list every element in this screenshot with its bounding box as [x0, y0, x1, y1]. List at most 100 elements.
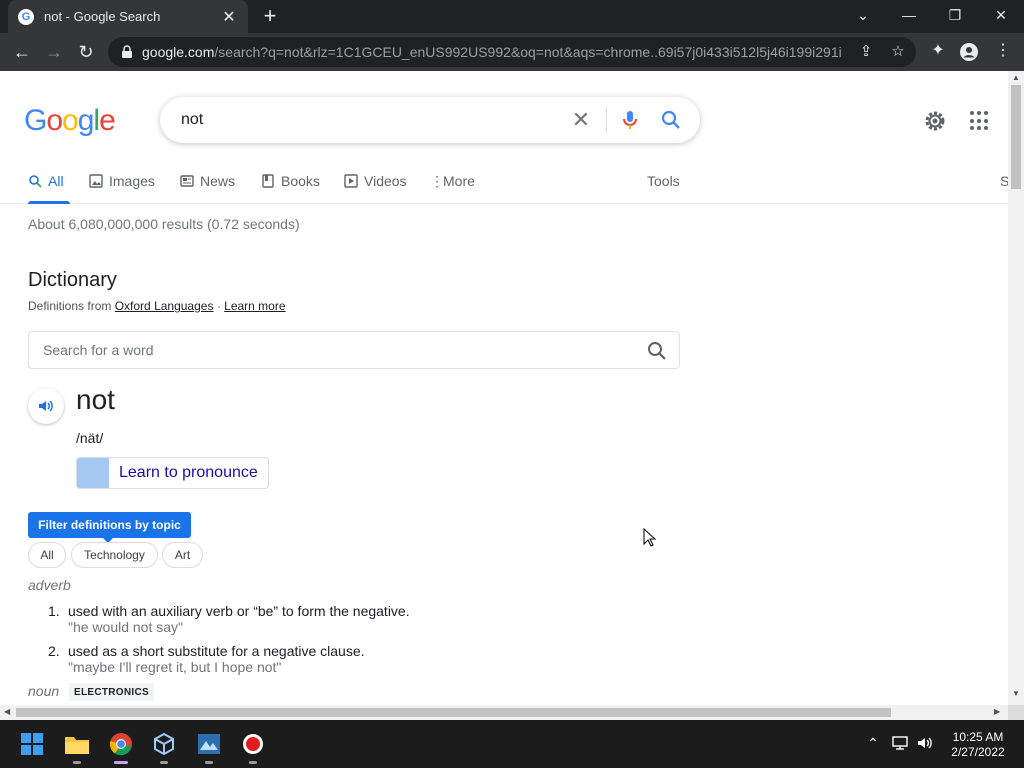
- running-indicator: [205, 761, 213, 764]
- minimize-button[interactable]: —: [886, 0, 932, 30]
- word-search-input[interactable]: [29, 332, 629, 368]
- browser-tab[interactable]: G not - Google Search ✕: [8, 0, 248, 33]
- record-icon[interactable]: [239, 730, 267, 764]
- volume-icon[interactable]: [916, 734, 934, 752]
- tools-button[interactable]: Tools: [647, 171, 680, 191]
- extensions-icon[interactable]: ✦: [929, 42, 947, 60]
- show-hidden-icons-icon[interactable]: ⌃: [864, 734, 882, 752]
- close-window-button[interactable]: ✕: [978, 0, 1024, 30]
- definition-text: used as a short substitute for a negativ…: [68, 643, 365, 659]
- chip-all[interactable]: All: [28, 542, 66, 568]
- tab-news[interactable]: News: [180, 171, 235, 191]
- topic-tag: ELECTRONICS: [69, 683, 154, 701]
- headword: not: [76, 384, 115, 415]
- source-prefix: Definitions from: [28, 299, 112, 313]
- face-icon: [77, 458, 109, 488]
- chip-technology[interactable]: Technology: [71, 542, 158, 568]
- tab-images[interactable]: Images: [89, 171, 155, 191]
- tab-news-label: News: [200, 173, 236, 189]
- chrome-icon[interactable]: [107, 730, 135, 764]
- system-clock[interactable]: 10:25 AM 2/27/2022: [940, 730, 1016, 760]
- horizontal-scrollbar[interactable]: ◀ ▶: [0, 705, 1008, 720]
- google-logo[interactable]: Google: [24, 104, 116, 138]
- definition-number: 2.: [48, 643, 60, 659]
- tab-cutoff[interactable]: S: [1000, 171, 1008, 191]
- url-host: google.com: [142, 44, 215, 60]
- tab-search-icon[interactable]: ⌄: [840, 0, 886, 30]
- vista-app-icon[interactable]: [195, 730, 223, 764]
- learn-more-link[interactable]: Learn more: [224, 299, 285, 313]
- chip-art[interactable]: Art: [162, 542, 203, 568]
- lock-icon: [122, 45, 132, 58]
- scrollbar-corner: [1008, 705, 1024, 720]
- tab-close-icon[interactable]: ✕: [220, 7, 238, 27]
- definition-item: 2. used as a short substitute for a negat…: [48, 643, 365, 659]
- settings-gear-icon[interactable]: [922, 108, 948, 134]
- network-icon[interactable]: [891, 734, 909, 752]
- url-text: google.com/search?q=not&rlz=1C1GCEU_enUS…: [142, 44, 842, 60]
- tab-videos[interactable]: Videos: [344, 171, 407, 191]
- profile-icon[interactable]: [960, 43, 978, 61]
- search-results-page: Google not ✕ All Images News Books Video…: [0, 71, 1008, 705]
- back-button[interactable]: ←: [10, 40, 34, 64]
- tab-title: not - Google Search: [44, 9, 161, 24]
- search-icon[interactable]: [660, 109, 682, 131]
- phonetic: /nät/: [76, 430, 104, 446]
- definition-example: "he would not say": [68, 619, 184, 635]
- tab-more-label: More: [443, 173, 475, 189]
- reload-button[interactable]: ↻: [74, 40, 98, 64]
- book-icon: [262, 174, 274, 188]
- scroll-up-icon[interactable]: ▲: [1012, 73, 1020, 82]
- search-icon: [29, 175, 42, 188]
- google-favicon-icon: G: [18, 8, 34, 25]
- url-path: /search?q=not&rlz=1C1GCEU_enUS992US992&o…: [214, 44, 842, 60]
- search-divider: [606, 107, 607, 133]
- google-apps-icon[interactable]: [970, 111, 990, 131]
- virtualbox-icon[interactable]: [150, 730, 178, 764]
- tab-images-label: Images: [109, 173, 155, 189]
- file-explorer-icon[interactable]: [63, 730, 91, 764]
- windows-start-icon[interactable]: [18, 730, 46, 758]
- vertical-scrollbar[interactable]: ▲ ▼: [1008, 71, 1024, 705]
- definition-item: 1. used with an auxiliary verb or “be” to…: [48, 603, 410, 619]
- restore-button[interactable]: ❐: [932, 0, 978, 30]
- new-tab-button[interactable]: +: [259, 5, 281, 27]
- word-search-box: [28, 331, 680, 369]
- pronunciation-speaker-button[interactable]: [28, 388, 64, 424]
- oxford-languages-link[interactable]: Oxford Languages: [115, 299, 214, 313]
- tab-all[interactable]: All: [28, 171, 70, 204]
- bookmark-star-icon[interactable]: ☆: [890, 44, 906, 60]
- microphone-icon[interactable]: [619, 109, 641, 131]
- share-icon[interactable]: ⇪: [858, 44, 874, 60]
- learn-to-pronounce-label: Learn to pronounce: [119, 464, 258, 481]
- logo-letter: G: [24, 104, 47, 137]
- vertical-scroll-thumb[interactable]: [1011, 85, 1021, 189]
- chrome-menu-icon[interactable]: ⋮: [994, 42, 1012, 60]
- horizontal-scroll-thumb[interactable]: [16, 708, 891, 717]
- tab-books[interactable]: Books: [261, 171, 320, 191]
- speaker-icon: [39, 400, 53, 412]
- forward-button[interactable]: →: [42, 40, 66, 64]
- running-indicator: [73, 761, 81, 764]
- logo-letter: g: [77, 104, 95, 137]
- learn-to-pronounce-button[interactable]: Learn to pronounce: [76, 457, 269, 489]
- definition-number: 1.: [48, 603, 60, 619]
- scroll-left-icon[interactable]: ◀: [4, 707, 10, 716]
- scroll-right-icon[interactable]: ▶: [994, 707, 1000, 716]
- news-icon: [180, 175, 194, 187]
- scroll-down-icon[interactable]: ▼: [1012, 689, 1020, 698]
- logo-letter: o: [46, 104, 63, 137]
- clear-search-icon[interactable]: ✕: [570, 109, 592, 131]
- search-box[interactable]: not ✕: [160, 97, 700, 143]
- search-icon[interactable]: [647, 341, 667, 361]
- search-tabs: All Images News Books Videos ⋮ More Tool…: [0, 161, 1008, 204]
- more-dots-icon: ⋮: [430, 172, 444, 189]
- logo-letter: o: [62, 104, 79, 137]
- address-bar[interactable]: google.com/search?q=not&rlz=1C1GCEU_enUS…: [108, 37, 916, 67]
- tab-more[interactable]: ⋮ More: [430, 171, 475, 191]
- result-stats: About 6,080,000,000 results (0.72 second…: [28, 216, 300, 232]
- tab-cutoff-label: S: [1000, 173, 1008, 189]
- image-icon: [89, 174, 103, 188]
- browser-tabstrip: G not - Google Search ✕ + ⌄ — ❐ ✕: [0, 0, 1024, 33]
- dictionary-source: Definitions from Oxford Languages · Lear…: [28, 299, 286, 313]
